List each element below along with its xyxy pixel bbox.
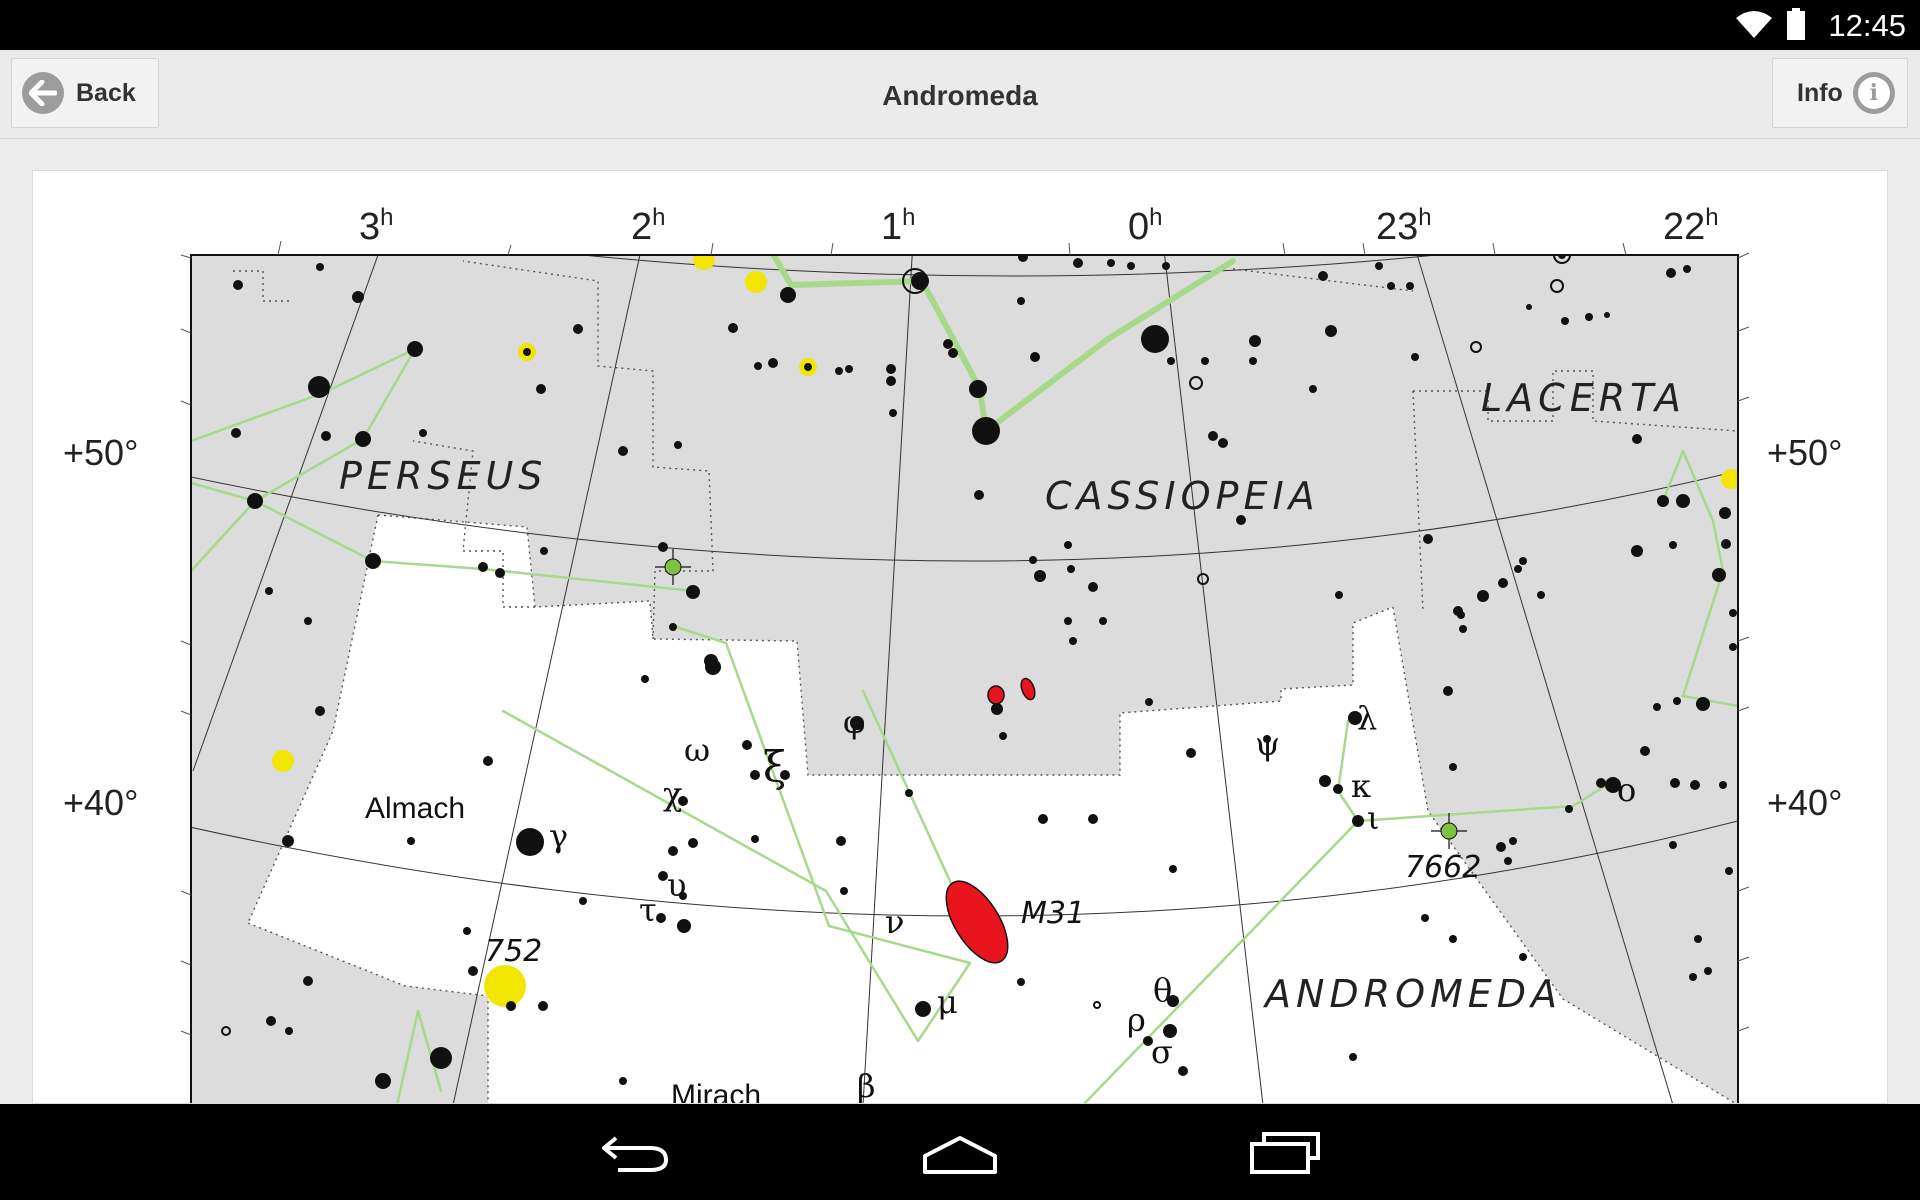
greek-label-sigma: σ	[1151, 1033, 1173, 1071]
greek-label-gamma: γ	[549, 817, 568, 855]
dec-label-50-left: +50°	[63, 432, 138, 473]
greek-label-beta: β	[857, 1067, 876, 1104]
greek-label-iota: ι	[1367, 799, 1380, 837]
star-name-mirach: Mirach	[671, 1079, 761, 1104]
greek-label-nu: ν	[885, 903, 904, 941]
ra-label-23h: 23h	[1376, 204, 1432, 248]
greek-label-upsilon: υ	[667, 866, 686, 904]
ra-label-3h: 3h	[359, 204, 394, 248]
greek-label-theta: θ	[1153, 971, 1172, 1009]
greek-label-lambda: λ	[1357, 699, 1377, 737]
info-icon: i	[1852, 72, 1895, 114]
dec-label-50-right: +50°	[1767, 432, 1842, 473]
greek-label-omega: ω	[684, 731, 710, 769]
ra-label-2h: 2h	[631, 204, 666, 248]
label-m31: M31	[1021, 896, 1085, 931]
clock: 12:45	[1828, 8, 1906, 43]
greek-label-chi: χ	[663, 775, 682, 813]
dec-label-40-left: +40°	[63, 782, 138, 823]
constellation-label-cassiopeia: CASSIOPEIA	[1045, 474, 1320, 518]
nav-recents-icon[interactable]	[1248, 1132, 1322, 1179]
greek-label-rho: ρ	[1127, 1001, 1146, 1039]
constellation-label-perseus: PERSEUS	[339, 454, 547, 498]
constellation-label-andromeda: ANDROMEDA	[1262, 972, 1562, 1016]
ra-label-0h: 0h	[1128, 204, 1163, 248]
action-bar: Back Andromeda Info i	[0, 50, 1920, 139]
nav-home-icon[interactable]	[920, 1132, 1000, 1179]
wifi-icon	[1735, 10, 1773, 45]
star-map[interactable]: 3h 2h 1h 0h 23h 22h +50° +50° +40° +40° …	[33, 171, 1888, 1104]
nav-back-icon[interactable]	[598, 1132, 672, 1179]
star-map-panel: 3h 2h 1h 0h 23h 22h +50° +50° +40° +40° …	[32, 170, 1888, 1104]
greek-label-phi: φ	[843, 703, 865, 741]
label-752: 752	[485, 934, 542, 969]
info-button[interactable]: Info i	[1772, 58, 1908, 128]
ra-label-1h: 1h	[881, 204, 916, 248]
greek-label-xi: ξ	[763, 742, 786, 791]
battery-icon	[1786, 8, 1806, 45]
label-7662: 7662	[1405, 850, 1481, 885]
status-bar: 12:45	[0, 0, 1920, 50]
greek-label-tau: τ	[639, 891, 657, 929]
greek-label-mu: μ	[937, 983, 958, 1021]
constellation-label-lacerta: LACERTA	[1481, 376, 1686, 420]
star-name-almach: Almach	[365, 792, 465, 825]
navigation-bar	[0, 1104, 1920, 1200]
info-label: Info	[1797, 78, 1843, 107]
ra-label-22h: 22h	[1663, 204, 1719, 248]
page-title: Andromeda	[882, 80, 1038, 111]
dec-label-40-right: +40°	[1767, 782, 1842, 823]
greek-label-omicron: ο	[1617, 771, 1636, 809]
greek-label-psi: ψ	[1255, 725, 1280, 763]
